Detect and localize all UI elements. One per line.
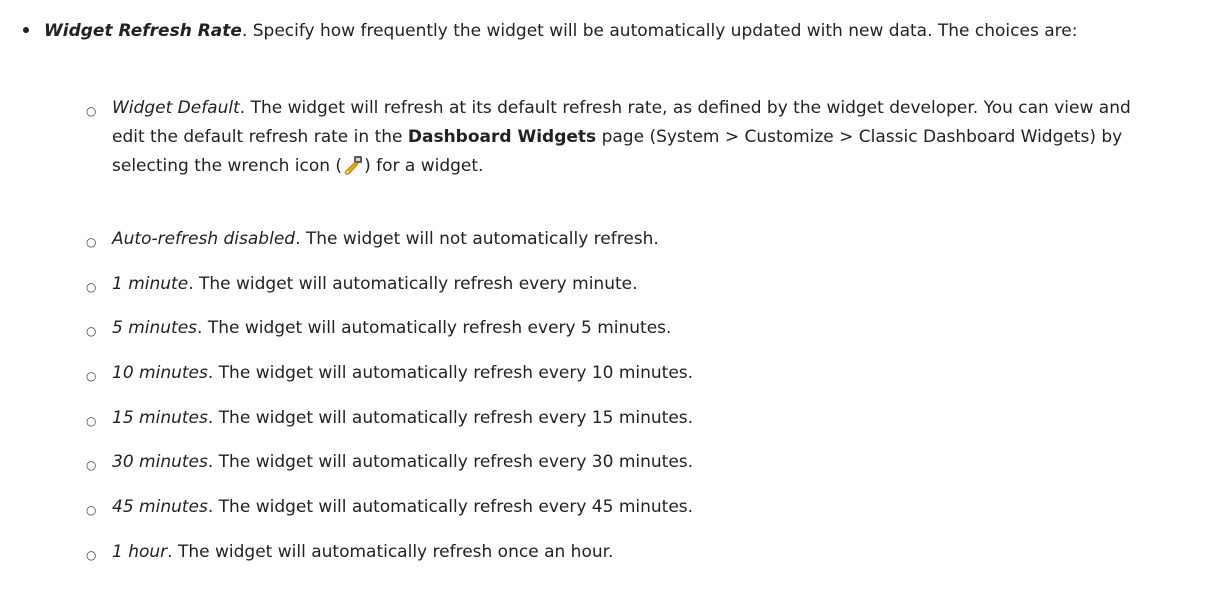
option-description-post: ) for a widget. bbox=[364, 156, 484, 176]
sub-bullet-marker: ○ bbox=[86, 503, 97, 517]
option-description: . The widget will automatically refresh … bbox=[207, 497, 694, 517]
sub-bullet-marker: ○ bbox=[86, 235, 97, 249]
sub-bullet-marker: ○ bbox=[86, 548, 97, 562]
document-page: Widget Refresh Rate. Specify how frequen… bbox=[0, 0, 1206, 600]
option-10-minutes: ○ 10 minutes. The widget will automatica… bbox=[86, 359, 1166, 388]
option-description: . The widget will automatically refresh … bbox=[197, 318, 672, 338]
option-term: 45 minutes bbox=[112, 497, 208, 517]
option-text: 1 hour. The widget will automatically re… bbox=[112, 538, 1166, 567]
option-1-minute: ○ 1 minute. The widget will automaticall… bbox=[86, 270, 1166, 299]
option-term: 5 minutes bbox=[112, 318, 198, 338]
option-text: Widget Default. The widget will refresh … bbox=[112, 94, 1166, 181]
option-description: . The widget will not automatically refr… bbox=[295, 229, 659, 249]
option-text: 5 minutes. The widget will automatically… bbox=[112, 314, 1166, 343]
option-text: 10 minutes. The widget will automaticall… bbox=[112, 359, 1166, 388]
sub-bullet-marker: ○ bbox=[86, 104, 97, 118]
option-term: 10 minutes bbox=[112, 363, 208, 383]
option-5-minutes: ○ 5 minutes. The widget will automatical… bbox=[86, 314, 1166, 343]
option-text: 15 minutes. The widget will automaticall… bbox=[112, 404, 1166, 433]
option-text: 30 minutes. The widget will automaticall… bbox=[112, 448, 1166, 477]
option-term: Widget Default bbox=[112, 98, 240, 118]
option-description: . The widget will automatically refresh … bbox=[207, 452, 694, 472]
dashboard-widgets-link-text: Dashboard Widgets bbox=[407, 127, 597, 147]
option-description: . The widget will automatically refresh … bbox=[207, 363, 694, 383]
bullet-dot bbox=[23, 27, 29, 33]
option-term: Auto-refresh disabled bbox=[112, 229, 296, 249]
sub-bullet-marker: ○ bbox=[86, 414, 97, 428]
option-term: 1 hour bbox=[112, 542, 168, 562]
sub-bullet-marker: ○ bbox=[86, 369, 97, 383]
option-30-minutes: ○ 30 minutes. The widget will automatica… bbox=[86, 448, 1166, 477]
option-text: 45 minutes. The widget will automaticall… bbox=[112, 493, 1166, 522]
wrench-icon bbox=[344, 156, 363, 175]
sub-bullet-marker: ○ bbox=[86, 458, 97, 472]
option-term: 30 minutes bbox=[112, 452, 208, 472]
option-term: 1 minute bbox=[112, 274, 189, 294]
option-description: . The widget will automatically refresh … bbox=[188, 274, 638, 294]
term-widget-refresh-rate: Widget Refresh Rate bbox=[44, 21, 242, 41]
bullet-widget-refresh-rate: Widget Refresh Rate. Specify how frequen… bbox=[10, 17, 1190, 45]
option-description: . The widget will automatically refresh … bbox=[207, 408, 694, 428]
option-widget-default: ○ Widget Default. The widget will refres… bbox=[86, 94, 1166, 181]
sub-bullet-marker: ○ bbox=[86, 280, 97, 294]
bullet-paragraph: Widget Refresh Rate. Specify how frequen… bbox=[44, 17, 1154, 45]
option-term: 15 minutes bbox=[112, 408, 208, 428]
option-auto-refresh-disabled: ○ Auto-refresh disabled. The widget will… bbox=[86, 225, 1166, 254]
bullet-description: . Specify how frequently the widget will… bbox=[241, 21, 1078, 41]
sub-bullet-marker: ○ bbox=[86, 324, 97, 338]
option-45-minutes: ○ 45 minutes. The widget will automatica… bbox=[86, 493, 1166, 522]
option-text: 1 minute. The widget will automatically … bbox=[112, 270, 1166, 299]
option-15-minutes: ○ 15 minutes. The widget will automatica… bbox=[86, 404, 1166, 433]
option-1-hour: ○ 1 hour. The widget will automatically … bbox=[86, 538, 1166, 567]
option-description: . The widget will automatically refresh … bbox=[167, 542, 614, 562]
option-text: Auto-refresh disabled. The widget will n… bbox=[112, 225, 1166, 254]
